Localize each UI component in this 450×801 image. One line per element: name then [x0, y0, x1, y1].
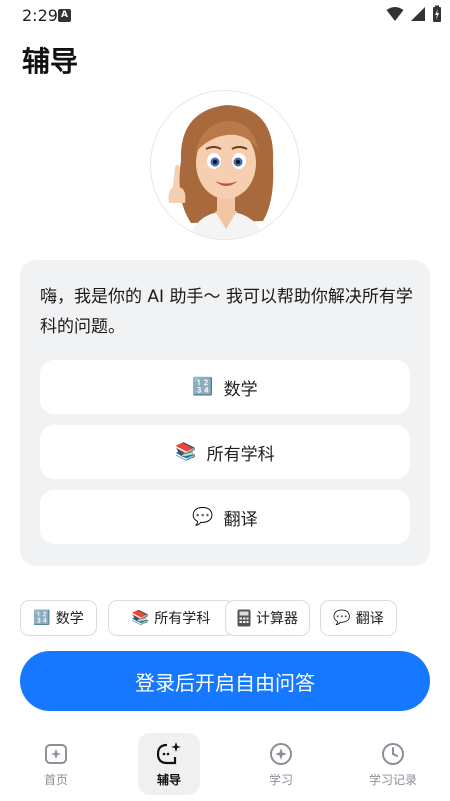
option-label: 数学: [223, 379, 258, 400]
login-button[interactable]: 登录后开启自由问答: [20, 651, 430, 711]
home-sparkle-icon: [45, 743, 67, 764]
chip-label: 计算器: [256, 611, 298, 627]
chip-translate[interactable]: 💬 翻译: [320, 600, 397, 636]
option-all-subjects-button[interactable]: 📚 所有学科: [40, 425, 410, 479]
chip-math[interactable]: 🔢 数学: [20, 600, 97, 636]
clock-icon: [382, 742, 404, 765]
ai-assistant-avatar: [150, 90, 300, 240]
bottom-tab-bar: 首页 辅导 学习 学习记录: [0, 730, 450, 801]
status-bar: 2:29 A: [0, 0, 450, 30]
tab-study-history[interactable]: 学习记录: [362, 733, 424, 795]
chip-all-subjects[interactable]: 📚 所有学科: [108, 600, 234, 636]
chip-calculator[interactable]: 计算器: [225, 600, 310, 636]
chat-sparkle-icon: [156, 741, 181, 764]
option-translate-button[interactable]: 💬 翻译: [40, 490, 410, 544]
calculator-icon: [237, 609, 251, 627]
tab-home[interactable]: 首页: [25, 733, 87, 795]
speech-bubble-icon: 💬: [333, 610, 351, 626]
numbers-icon: 🔢: [192, 377, 214, 397]
signal-icon: [411, 7, 425, 21]
chat-message: 嗨，我是你的 AI 助手～ 我可以帮助你解决所有学科的问题。: [40, 287, 413, 337]
chip-label: 所有学科: [154, 611, 211, 627]
books-icon: 📚: [175, 442, 197, 462]
chip-label: 数学: [55, 611, 84, 627]
status-time: 2:29: [22, 6, 58, 25]
battery-icon: [433, 5, 441, 22]
tab-label: 学习: [268, 772, 293, 787]
numbers-icon: 🔢: [33, 610, 51, 626]
chip-label: 翻译: [355, 611, 384, 627]
tab-label: 首页: [43, 772, 68, 787]
books-icon: 📚: [131, 610, 150, 626]
status-icons: [386, 5, 442, 23]
option-math-button[interactable]: 🔢 数学: [40, 360, 410, 414]
tab-label: 学习记录: [368, 772, 417, 787]
chat-card: 嗨，我是你的 AI 助手～ 我可以帮助你解决所有学科的问题。 🔢 数学 📚 所有…: [20, 260, 430, 566]
tab-label: 辅导: [156, 772, 181, 787]
option-label: 翻译: [223, 509, 258, 530]
wifi-icon: [386, 7, 404, 21]
notification-icon: A: [58, 9, 71, 22]
tab-study[interactable]: 学习: [250, 733, 312, 795]
tab-tutoring[interactable]: 辅导: [138, 733, 200, 795]
sparkle-circle-icon: [270, 742, 292, 765]
page-title: 辅导: [22, 45, 79, 78]
speech-bubble-icon: 💬: [192, 507, 214, 527]
option-label: 所有学科: [206, 444, 275, 465]
